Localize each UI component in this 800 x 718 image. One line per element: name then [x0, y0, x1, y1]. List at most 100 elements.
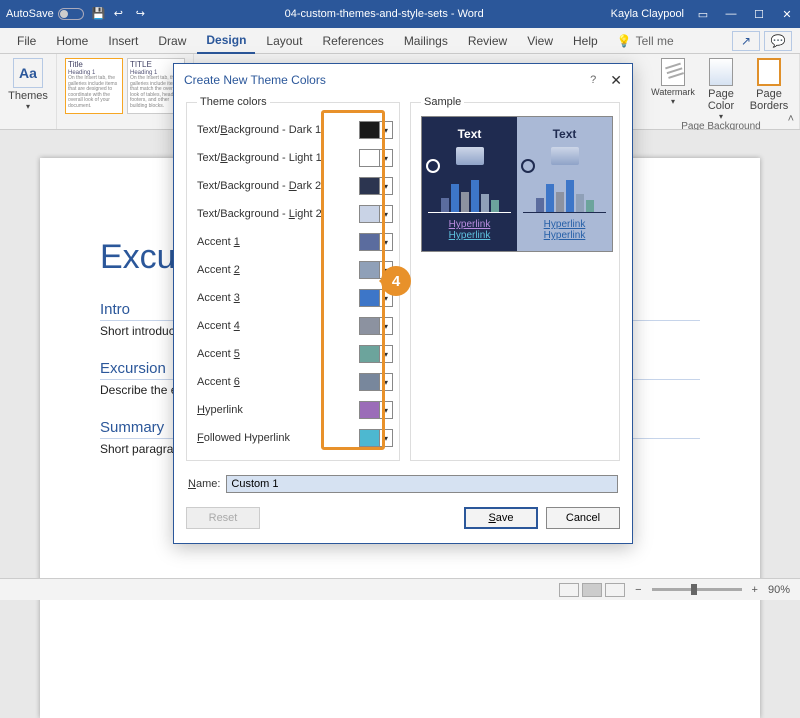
color-label: Accent 2 [197, 264, 359, 276]
tab-view[interactable]: View [518, 29, 562, 53]
user-name[interactable]: Kayla Claypool [611, 8, 684, 20]
status-bar: − + 90% [0, 578, 800, 600]
style-set-thumb[interactable]: TitleHeading 1On the Insert tab, the gal… [65, 58, 123, 114]
color-row: Followed Hyperlink ▾ [197, 424, 393, 452]
sample-group: Sample Text Hyperlink Hyperlink Text Hyp… [410, 96, 620, 461]
cancel-button[interactable]: Cancel [546, 507, 620, 529]
save-icon[interactable]: 💾 [92, 7, 106, 21]
tab-mailings[interactable]: Mailings [395, 29, 457, 53]
chevron-down-icon: ▾ [380, 238, 392, 247]
help-icon[interactable]: ? [590, 74, 596, 86]
color-label: Accent 3 [197, 292, 359, 304]
minimize-icon[interactable]: — [724, 8, 738, 21]
tell-me-search[interactable]: 💡 Tell me [617, 34, 674, 48]
watermark-button[interactable]: Watermark▾ [651, 58, 695, 106]
chevron-down-icon: ▾ [380, 350, 392, 359]
tab-help[interactable]: Help [564, 29, 607, 53]
zoom-level[interactable]: 90% [768, 584, 790, 596]
zoom-in-icon[interactable]: + [752, 584, 758, 596]
page-borders-button[interactable]: Page Borders [747, 58, 791, 112]
color-row: Text/Background - Light 1 ▾ [197, 144, 393, 172]
share-button[interactable]: ↗ [732, 31, 760, 51]
maximize-icon[interactable]: ☐ [752, 8, 766, 21]
undo-icon[interactable]: ↩ [114, 7, 128, 21]
themes-group: Aa Themes ▾ [0, 54, 57, 129]
chevron-down-icon: ▾ [380, 210, 392, 219]
zoom-out-icon[interactable]: − [635, 584, 641, 596]
sample-dark-panel: Text Hyperlink Hyperlink [422, 117, 517, 251]
close-icon[interactable]: ✕ [610, 72, 622, 89]
read-mode-icon[interactable] [559, 583, 579, 597]
web-layout-icon[interactable] [605, 583, 625, 597]
color-label: Text/Background - Light 1 [197, 152, 359, 164]
ribbon-options-icon[interactable]: ▭ [696, 8, 710, 21]
color-row: Accent 6 ▾ [197, 368, 393, 396]
redo-icon[interactable]: ↪ [136, 7, 150, 21]
color-picker-button[interactable]: ▾ [359, 177, 393, 195]
color-picker-button[interactable]: ▾ [359, 373, 393, 391]
color-picker-button[interactable]: ▾ [359, 345, 393, 363]
color-row: Accent 5▾ [197, 340, 393, 368]
color-label: Accent 6 [197, 376, 359, 388]
tab-review[interactable]: Review [459, 29, 516, 53]
autosave-toggle[interactable]: AutoSave [6, 8, 84, 20]
color-label: Text/Background - Dark 1 [197, 124, 359, 136]
color-label: Accent 1 [197, 236, 359, 248]
color-label: Hyperlink [197, 404, 359, 416]
color-picker-button[interactable]: ▾ [359, 233, 393, 251]
tab-references[interactable]: References [313, 29, 392, 53]
color-label: Text/Background - Dark 2 [197, 180, 359, 192]
themes-button[interactable]: Aa Themes ▾ [8, 58, 48, 111]
name-input[interactable] [226, 475, 618, 493]
chevron-down-icon: ▾ [380, 322, 392, 331]
title-bar: AutoSave 💾 ↩ ↪ 04-custom-themes-and-styl… [0, 0, 800, 28]
page-background-group: Watermark▾ Page Color▾ Page Borders Page… [643, 54, 800, 129]
themes-icon: Aa [13, 58, 43, 88]
print-layout-icon[interactable] [582, 583, 602, 597]
comments-button[interactable]: 💬 [764, 31, 792, 51]
tab-file[interactable]: File [8, 29, 45, 53]
color-row: Hyperlink ▾ [197, 396, 393, 424]
color-row: Accent 1 ▾ [197, 228, 393, 256]
color-row: Text/Background - Dark 2 ▾ [197, 172, 393, 200]
theme-colors-group: Theme colors Text/Background - Dark 1▾Te… [186, 96, 400, 461]
tab-design[interactable]: Design [197, 28, 255, 54]
color-picker-button[interactable]: ▾ [359, 401, 393, 419]
color-picker-button[interactable]: ▾ [359, 317, 393, 335]
chevron-down-icon: ▾ [380, 154, 392, 163]
save-button[interactable]: Save [464, 507, 538, 529]
tab-home[interactable]: Home [47, 29, 97, 53]
color-picker-button[interactable]: ▾ [359, 429, 393, 447]
color-row: Accent 4▾ [197, 312, 393, 340]
chevron-down-icon: ▾ [380, 126, 392, 135]
color-label: Text/Background - Light 2 [197, 208, 359, 220]
color-row: Text/Background - Dark 1 ▾ [197, 116, 393, 144]
color-row: Accent 2▾ [197, 256, 393, 284]
sample-shape-icon [456, 147, 484, 165]
quick-access-toolbar: 💾 ↩ ↪ [92, 7, 150, 21]
page-color-button[interactable]: Page Color▾ [699, 58, 743, 121]
close-icon[interactable]: ✕ [780, 8, 794, 21]
chevron-down-icon: ▾ [380, 378, 392, 387]
chevron-down-icon: ▾ [380, 406, 392, 415]
tab-draw[interactable]: Draw [149, 29, 195, 53]
color-picker-button[interactable]: ▾ [359, 205, 393, 223]
color-label: Followed Hyperlink [197, 432, 359, 444]
dialog-title-bar[interactable]: Create New Theme Colors ? ✕ [174, 64, 632, 96]
name-label: Name: [188, 478, 220, 490]
callout-badge: 4 [381, 266, 411, 296]
view-buttons[interactable] [559, 583, 625, 597]
sample-shape-icon [551, 147, 579, 165]
chevron-down-icon: ▾ [380, 182, 392, 191]
tab-layout[interactable]: Layout [257, 29, 311, 53]
color-picker-button[interactable]: ▾ [359, 149, 393, 167]
collapse-ribbon-icon[interactable]: ˄ [788, 113, 794, 125]
chevron-down-icon: ▾ [380, 434, 392, 443]
theme-colors-dialog: Create New Theme Colors ? ✕ Theme colors… [173, 63, 633, 544]
zoom-slider[interactable] [652, 588, 742, 591]
document-title: 04-custom-themes-and-style-sets - Word [170, 8, 599, 20]
color-picker-button[interactable]: ▾ [359, 121, 393, 139]
lightbulb-icon: 💡 [617, 34, 632, 48]
tab-insert[interactable]: Insert [99, 29, 147, 53]
color-row: Accent 3▾ [197, 284, 393, 312]
